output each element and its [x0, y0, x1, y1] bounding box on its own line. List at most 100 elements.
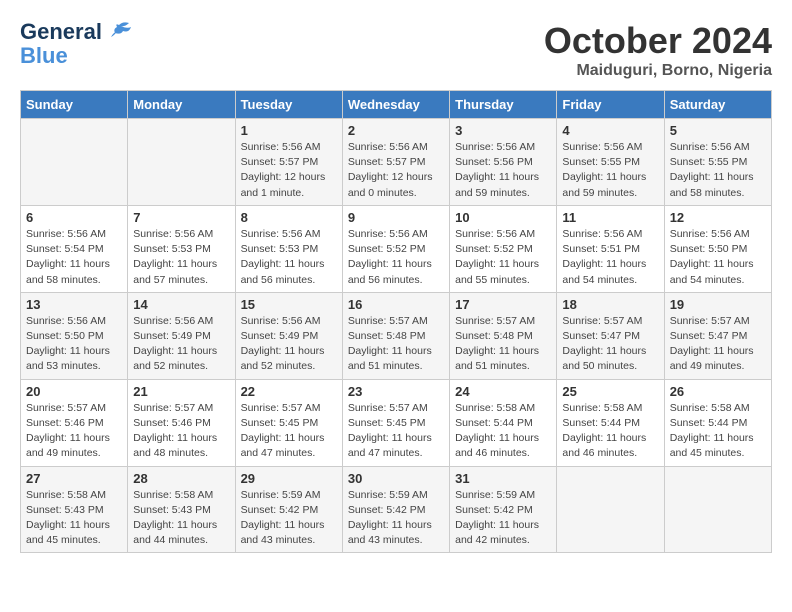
- day-detail: Sunrise: 5:56 AMSunset: 5:51 PMDaylight:…: [562, 227, 658, 288]
- calendar-cell: 9 Sunrise: 5:56 AMSunset: 5:52 PMDaylight…: [342, 205, 449, 292]
- day-number: 20: [26, 384, 122, 399]
- day-detail: Sunrise: 5:57 AMSunset: 5:48 PMDaylight:…: [348, 314, 444, 375]
- calendar-cell: 7 Sunrise: 5:56 AMSunset: 5:53 PMDaylight…: [128, 205, 235, 292]
- day-number: 7: [133, 210, 229, 225]
- day-detail: Sunrise: 5:59 AMSunset: 5:42 PMDaylight:…: [348, 488, 444, 549]
- day-number: 11: [562, 210, 658, 225]
- day-number: 4: [562, 123, 658, 138]
- calendar-cell: 4 Sunrise: 5:56 AMSunset: 5:55 PMDaylight…: [557, 119, 664, 206]
- day-detail: Sunrise: 5:59 AMSunset: 5:42 PMDaylight:…: [241, 488, 337, 549]
- logo-text-blue: Blue: [20, 44, 68, 68]
- day-number: 2: [348, 123, 444, 138]
- calendar-cell: 26 Sunrise: 5:58 AMSunset: 5:44 PMDayligh…: [664, 379, 771, 466]
- header-friday: Friday: [557, 91, 664, 119]
- calendar-cell: 31 Sunrise: 5:59 AMSunset: 5:42 PMDayligh…: [450, 466, 557, 553]
- calendar-cell: 13 Sunrise: 5:56 AMSunset: 5:50 PMDayligh…: [21, 292, 128, 379]
- day-number: 26: [670, 384, 766, 399]
- calendar-cell: 19 Sunrise: 5:57 AMSunset: 5:47 PMDayligh…: [664, 292, 771, 379]
- day-detail: Sunrise: 5:56 AMSunset: 5:52 PMDaylight:…: [348, 227, 444, 288]
- day-number: 1: [241, 123, 337, 138]
- calendar-cell: 23 Sunrise: 5:57 AMSunset: 5:45 PMDayligh…: [342, 379, 449, 466]
- day-detail: Sunrise: 5:56 AMSunset: 5:56 PMDaylight:…: [455, 140, 551, 201]
- day-detail: Sunrise: 5:56 AMSunset: 5:54 PMDaylight:…: [26, 227, 122, 288]
- calendar-cell: 24Sunrise: 5:58 AMSunset: 5:44 PMDayligh…: [450, 379, 557, 466]
- day-detail: Sunrise: 5:56 AMSunset: 5:50 PMDaylight:…: [26, 314, 122, 375]
- calendar-cell: [21, 119, 128, 206]
- day-detail: Sunrise: 5:57 AMSunset: 5:45 PMDaylight:…: [241, 401, 337, 462]
- day-detail: Sunrise: 5:58 AMSunset: 5:44 PMDaylight:…: [455, 401, 551, 462]
- day-detail: Sunrise: 5:57 AMSunset: 5:48 PMDaylight:…: [455, 314, 551, 375]
- calendar-cell: 25 Sunrise: 5:58 AMSunset: 5:44 PMDayligh…: [557, 379, 664, 466]
- day-number: 3: [455, 123, 551, 138]
- day-number: 16: [348, 297, 444, 312]
- calendar-cell: 29 Sunrise: 5:59 AMSunset: 5:42 PMDayligh…: [235, 466, 342, 553]
- day-number: 10: [455, 210, 551, 225]
- header-tuesday: Tuesday: [235, 91, 342, 119]
- header-saturday: Saturday: [664, 91, 771, 119]
- day-number: 21: [133, 384, 229, 399]
- day-number: 6: [26, 210, 122, 225]
- day-number: 22: [241, 384, 337, 399]
- header-monday: Monday: [128, 91, 235, 119]
- day-detail: Sunrise: 5:59 AMSunset: 5:42 PMDaylight:…: [455, 488, 551, 549]
- calendar-week-row: 1 Sunrise: 5:56 AMSunset: 5:57 PMDaylight…: [21, 119, 772, 206]
- day-number: 15: [241, 297, 337, 312]
- calendar-cell: 14 Sunrise: 5:56 AMSunset: 5:49 PMDayligh…: [128, 292, 235, 379]
- day-detail: Sunrise: 5:56 AMSunset: 5:55 PMDaylight:…: [562, 140, 658, 201]
- day-number: 23: [348, 384, 444, 399]
- day-number: 25: [562, 384, 658, 399]
- day-detail: Sunrise: 5:56 AMSunset: 5:49 PMDaylight:…: [133, 314, 229, 375]
- day-detail: Sunrise: 5:56 AMSunset: 5:53 PMDaylight:…: [241, 227, 337, 288]
- day-detail: Sunrise: 5:58 AMSunset: 5:43 PMDaylight:…: [26, 488, 122, 549]
- calendar-week-row: 20 Sunrise: 5:57 AMSunset: 5:46 PMDayligh…: [21, 379, 772, 466]
- day-detail: Sunrise: 5:57 AMSunset: 5:46 PMDaylight:…: [133, 401, 229, 462]
- calendar-cell: 11 Sunrise: 5:56 AMSunset: 5:51 PMDayligh…: [557, 205, 664, 292]
- calendar-week-row: 13 Sunrise: 5:56 AMSunset: 5:50 PMDayligh…: [21, 292, 772, 379]
- day-number: 29: [241, 471, 337, 486]
- location: Maiduguri, Borno, Nigeria: [544, 62, 772, 80]
- day-number: 12: [670, 210, 766, 225]
- calendar-cell: [664, 466, 771, 553]
- day-detail: Sunrise: 5:57 AMSunset: 5:45 PMDaylight:…: [348, 401, 444, 462]
- day-number: 5: [670, 123, 766, 138]
- logo-bird-icon: [105, 21, 133, 43]
- header-sunday: Sunday: [21, 91, 128, 119]
- calendar-cell: [128, 119, 235, 206]
- calendar-cell: 8 Sunrise: 5:56 AMSunset: 5:53 PMDaylight…: [235, 205, 342, 292]
- calendar-cell: 5 Sunrise: 5:56 AMSunset: 5:55 PMDaylight…: [664, 119, 771, 206]
- day-detail: Sunrise: 5:56 AMSunset: 5:49 PMDaylight:…: [241, 314, 337, 375]
- day-detail: Sunrise: 5:56 AMSunset: 5:53 PMDaylight:…: [133, 227, 229, 288]
- day-number: 13: [26, 297, 122, 312]
- month-title: October 2024: [544, 20, 772, 62]
- day-number: 31: [455, 471, 551, 486]
- day-number: 8: [241, 210, 337, 225]
- calendar-cell: 28 Sunrise: 5:58 AMSunset: 5:43 PMDayligh…: [128, 466, 235, 553]
- day-detail: Sunrise: 5:58 AMSunset: 5:44 PMDaylight:…: [670, 401, 766, 462]
- calendar-cell: 12 Sunrise: 5:56 AMSunset: 5:50 PMDayligh…: [664, 205, 771, 292]
- header-thursday: Thursday: [450, 91, 557, 119]
- calendar-cell: 10 Sunrise: 5:56 AMSunset: 5:52 PMDayligh…: [450, 205, 557, 292]
- calendar-cell: 3 Sunrise: 5:56 AMSunset: 5:56 PMDaylight…: [450, 119, 557, 206]
- day-detail: Sunrise: 5:56 AMSunset: 5:57 PMDaylight:…: [348, 140, 444, 201]
- calendar-cell: 27Sunrise: 5:58 AMSunset: 5:43 PMDayligh…: [21, 466, 128, 553]
- day-detail: Sunrise: 5:56 AMSunset: 5:52 PMDaylight:…: [455, 227, 551, 288]
- day-detail: Sunrise: 5:57 AMSunset: 5:47 PMDaylight:…: [670, 314, 766, 375]
- day-detail: Sunrise: 5:56 AMSunset: 5:55 PMDaylight:…: [670, 140, 766, 201]
- calendar-cell: 16 Sunrise: 5:57 AMSunset: 5:48 PMDayligh…: [342, 292, 449, 379]
- day-number: 19: [670, 297, 766, 312]
- day-number: 9: [348, 210, 444, 225]
- day-number: 14: [133, 297, 229, 312]
- calendar-cell: [557, 466, 664, 553]
- day-number: 17: [455, 297, 551, 312]
- calendar-cell: 6 Sunrise: 5:56 AMSunset: 5:54 PMDaylight…: [21, 205, 128, 292]
- calendar-week-row: 6 Sunrise: 5:56 AMSunset: 5:54 PMDaylight…: [21, 205, 772, 292]
- day-detail: Sunrise: 5:58 AMSunset: 5:43 PMDaylight:…: [133, 488, 229, 549]
- day-number: 28: [133, 471, 229, 486]
- calendar-cell: 2 Sunrise: 5:56 AMSunset: 5:57 PMDaylight…: [342, 119, 449, 206]
- calendar-cell: 17 Sunrise: 5:57 AMSunset: 5:48 PMDayligh…: [450, 292, 557, 379]
- calendar-cell: 15 Sunrise: 5:56 AMSunset: 5:49 PMDayligh…: [235, 292, 342, 379]
- day-detail: Sunrise: 5:58 AMSunset: 5:44 PMDaylight:…: [562, 401, 658, 462]
- day-detail: Sunrise: 5:56 AMSunset: 5:50 PMDaylight:…: [670, 227, 766, 288]
- calendar-table: SundayMondayTuesdayWednesdayThursdayFrid…: [20, 90, 772, 553]
- page-header: General Blue October 2024 Maiduguri, Bor…: [20, 20, 772, 80]
